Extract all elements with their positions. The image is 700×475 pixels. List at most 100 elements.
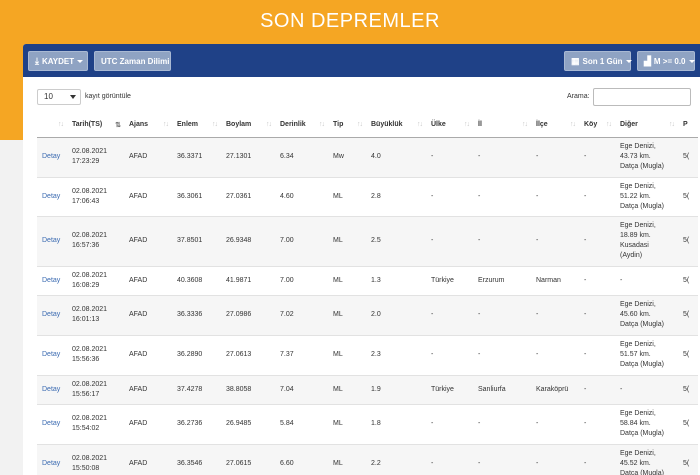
column-header[interactable]: Ülke ↑↓ bbox=[426, 113, 473, 138]
detail-link[interactable]: Detay bbox=[37, 176, 67, 216]
column-header[interactable]: Boylam ↑↓ bbox=[221, 113, 275, 138]
cell-village: - bbox=[579, 136, 615, 177]
cell-country: - bbox=[426, 176, 473, 216]
cell-other: Ege Denizi, 43.73 km. Datça (Mugla) bbox=[615, 136, 678, 177]
column-header-label: P bbox=[683, 121, 688, 129]
column-header-label: Diğer bbox=[620, 121, 638, 129]
detail-link[interactable]: Detay bbox=[37, 136, 67, 177]
column-header[interactable]: Enlem ↑↓ bbox=[172, 113, 221, 138]
cell-date: 02.08.2021 17:06:43 bbox=[67, 176, 124, 216]
column-header[interactable]: Tarih(TS) ⇅ bbox=[67, 113, 124, 138]
column-header[interactable]: ↑↓ bbox=[37, 113, 67, 138]
cell-depth: 7.00 bbox=[275, 265, 328, 295]
cell-type: ML bbox=[328, 374, 366, 404]
table-row[interactable]: Detay 02.08.2021 17:06:43 AFAD 36.3061 27.036… bbox=[37, 176, 698, 216]
detail-link[interactable]: Detay bbox=[37, 215, 67, 266]
sort-icon: ⇅ bbox=[115, 122, 121, 129]
cell-p: 5( bbox=[678, 403, 698, 444]
magnitude-dropdown[interactable]: ▟ M >= 0.0 bbox=[637, 51, 695, 71]
cell-agency: AFAD bbox=[124, 374, 172, 404]
other-text: Ege Denizi, bbox=[620, 450, 656, 458]
cell-village: - bbox=[579, 215, 615, 266]
earthquake-panel: ⤓ KAYDET UTC Zaman Dilimi ▦ Son 1 Gün ▟ … bbox=[23, 44, 700, 475]
sort-icon: ↑↓ bbox=[417, 121, 423, 128]
cell-date: 02.08.2021 16:57:36 bbox=[67, 215, 124, 266]
column-header[interactable]: İlçe ↑↓ bbox=[531, 113, 579, 138]
cell-country: Türkiye bbox=[426, 374, 473, 404]
other-text: Ege Denizi, bbox=[620, 222, 656, 229]
detail-link[interactable]: Detay bbox=[37, 403, 67, 444]
magnitude-label: M >= 0.0 bbox=[653, 56, 686, 66]
cell-village: - bbox=[579, 176, 615, 216]
cell-city: - bbox=[473, 176, 531, 216]
cell-lon: 26.9348 bbox=[221, 215, 275, 266]
table-row[interactable]: Detay 02.08.2021 15:50:08 AFAD 36.3546 27.061… bbox=[37, 443, 698, 475]
other-text: Ege Denizi, bbox=[620, 341, 656, 348]
column-header[interactable]: Büyüklük ↑↓ bbox=[366, 113, 426, 138]
cell-agency: AFAD bbox=[124, 215, 172, 266]
cell-agency: AFAD bbox=[124, 265, 172, 295]
search-input[interactable] bbox=[593, 88, 691, 106]
detail-link[interactable]: Detay bbox=[37, 334, 67, 375]
detail-link[interactable]: Detay bbox=[37, 294, 67, 335]
sort-icon: ↑↓ bbox=[357, 121, 363, 128]
cell-city: - bbox=[473, 215, 531, 266]
table-row[interactable]: Detay 02.08.2021 15:56:36 AFAD 36.2890 27.061… bbox=[37, 334, 698, 375]
chevron-down-icon bbox=[70, 95, 76, 99]
time-text: 15:56:36 bbox=[72, 356, 100, 363]
column-header-label: Tarih(TS) bbox=[72, 121, 103, 129]
other-text: Ege Denizi, bbox=[620, 143, 656, 150]
cell-lon: 27.0986 bbox=[221, 294, 275, 335]
cell-depth: 5.84 bbox=[275, 403, 328, 444]
other-text: 43.73 km. bbox=[620, 153, 651, 160]
other-text: 58.84 km. bbox=[620, 420, 651, 427]
save-button[interactable]: ⤓ KAYDET bbox=[28, 51, 88, 71]
cell-lon: 41.9871 bbox=[221, 265, 275, 295]
table-row[interactable]: Detay 02.08.2021 16:08:29 AFAD 40.3608 41.987… bbox=[37, 265, 698, 295]
cell-other: Ege Denizi, 58.84 km. Datça (Mugla) bbox=[615, 403, 678, 444]
cell-mag: 1.9 bbox=[366, 374, 426, 404]
cell-lon: 38.8058 bbox=[221, 374, 275, 404]
table-row[interactable]: Detay 02.08.2021 16:57:36 AFAD 37.8501 26.934… bbox=[37, 215, 698, 266]
other-text: 51.22 km. bbox=[620, 192, 651, 200]
table-controls: 10 kayıt görüntüle Arama: bbox=[23, 77, 700, 115]
column-header[interactable]: Diğer ↑↓ bbox=[615, 113, 678, 138]
cell-lat: 36.2736 bbox=[172, 403, 221, 444]
table-row[interactable]: Detay 02.08.2021 15:56:17 AFAD 37.4278 38.805… bbox=[37, 374, 698, 404]
cell-village: - bbox=[579, 265, 615, 295]
detail-link[interactable]: Detay bbox=[37, 265, 67, 295]
column-header[interactable]: Köy ↑↓ bbox=[579, 113, 615, 138]
table-row[interactable]: Detay 02.08.2021 15:54:02 AFAD 36.2736 26.948… bbox=[37, 403, 698, 444]
cell-district: - bbox=[531, 294, 579, 335]
utc-timezone-button[interactable]: UTC Zaman Dilimi bbox=[94, 51, 171, 71]
date-text: 02.08.2021 bbox=[72, 271, 108, 279]
other-text: (Aydin) bbox=[620, 252, 643, 259]
period-dropdown[interactable]: ▦ Son 1 Gün bbox=[564, 51, 632, 71]
column-header[interactable]: İl ↑↓ bbox=[473, 113, 531, 138]
page-length-select[interactable]: 10 bbox=[37, 89, 81, 105]
column-header[interactable]: Tip ↑↓ bbox=[328, 113, 366, 138]
cell-depth: 6.60 bbox=[275, 443, 328, 475]
table-row[interactable]: Detay 02.08.2021 17:23:29 AFAD 36.3371 27.130… bbox=[37, 136, 698, 177]
detail-link[interactable]: Detay bbox=[37, 443, 67, 475]
time-text: 16:01:13 bbox=[72, 316, 100, 323]
cell-country: - bbox=[426, 136, 473, 177]
table-header-row: ↑↓ Tarih(TS) ⇅ Ajans ↑↓ Enlem ↑↓ Boylam ↑↓ Derinl… bbox=[37, 113, 698, 138]
column-header-label: Köy bbox=[584, 121, 598, 129]
table-row[interactable]: Detay 02.08.2021 16:01:13 AFAD 36.3336 27.098… bbox=[37, 294, 698, 335]
cell-type: Mw bbox=[328, 136, 366, 177]
column-header[interactable]: P bbox=[678, 113, 698, 138]
detail-link[interactable]: Detay bbox=[37, 374, 67, 404]
column-header-label: Ülke bbox=[431, 121, 446, 129]
cell-other: Ege Denizi, 45.60 km. Datça (Mugla) bbox=[615, 294, 678, 335]
time-text: 15:56:17 bbox=[72, 390, 100, 398]
time-text: 16:57:36 bbox=[72, 242, 100, 249]
column-header[interactable]: Ajans ↑↓ bbox=[124, 113, 172, 138]
column-header-label: Büyüklük bbox=[371, 121, 403, 129]
column-header-label: Boylam bbox=[226, 121, 252, 129]
chevron-down-icon bbox=[77, 59, 84, 63]
column-header[interactable]: Derinlik ↑↓ bbox=[275, 113, 328, 138]
other-text: Ege Denizi, bbox=[620, 301, 656, 308]
earthquake-table: ↑↓ Tarih(TS) ⇅ Ajans ↑↓ Enlem ↑↓ Boylam ↑↓ Derinl… bbox=[37, 113, 698, 475]
date-text: 02.08.2021 bbox=[72, 187, 108, 195]
